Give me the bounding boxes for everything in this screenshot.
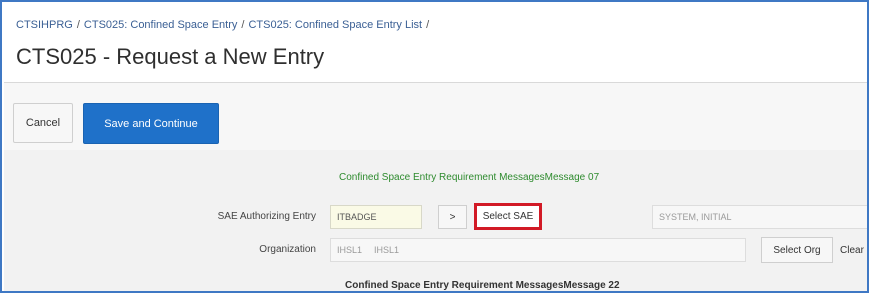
breadcrumb-item-ctsihprg[interactable]: CTSIHPRG: [16, 19, 73, 31]
organization-name: IHSL1: [374, 245, 400, 255]
breadcrumb-separator: /: [76, 19, 80, 31]
save-and-continue-button[interactable]: Save and Continue: [83, 103, 219, 144]
sae-authorizing-entry-input[interactable]: ITBADGE: [330, 205, 422, 229]
page-title: CTS025 - Request a New Entry: [16, 44, 325, 69]
select-org-button[interactable]: Select Org: [761, 237, 833, 263]
action-toolbar: Cancel Save and Continue: [4, 82, 867, 151]
sae-name-field: SYSTEM, INITIAL: [652, 205, 867, 229]
requirement-message-top: Confined Space Entry Requirement Message…: [339, 172, 600, 183]
cancel-button[interactable]: Cancel: [13, 103, 73, 143]
sae-lookup-arrow-button[interactable]: >: [438, 205, 467, 229]
organization-field: IHSL1 IHSL1: [330, 238, 746, 262]
select-sae-button[interactable]: Select SAE: [474, 203, 542, 230]
organization-label: Organization: [259, 244, 316, 255]
entry-form: Confined Space Entry Requirement Message…: [4, 150, 867, 291]
breadcrumb-separator: /: [426, 19, 430, 31]
breadcrumb: CTSIHPRG / CTS025: Confined Space Entry / CT…: [16, 19, 433, 31]
app-window: CTSIHPRG / CTS025: Confined Space Entry / CT…: [0, 0, 869, 293]
organization-code: IHSL1: [337, 245, 363, 255]
breadcrumb-item-confined-space-entry-list[interactable]: CTS025: Confined Space Entry List: [248, 19, 422, 31]
page-header: CTSIHPRG / CTS025: Confined Space Entry / CT…: [4, 4, 867, 82]
breadcrumb-separator: /: [241, 19, 245, 31]
requirement-message-bottom: Confined Space Entry Requirement Message…: [345, 280, 620, 291]
sae-authorizing-entry-label: SAE Authorizing Entry: [217, 211, 316, 222]
clear-org-button[interactable]: Clear: [840, 237, 867, 263]
breadcrumb-item-confined-space-entry[interactable]: CTS025: Confined Space Entry: [84, 19, 237, 31]
